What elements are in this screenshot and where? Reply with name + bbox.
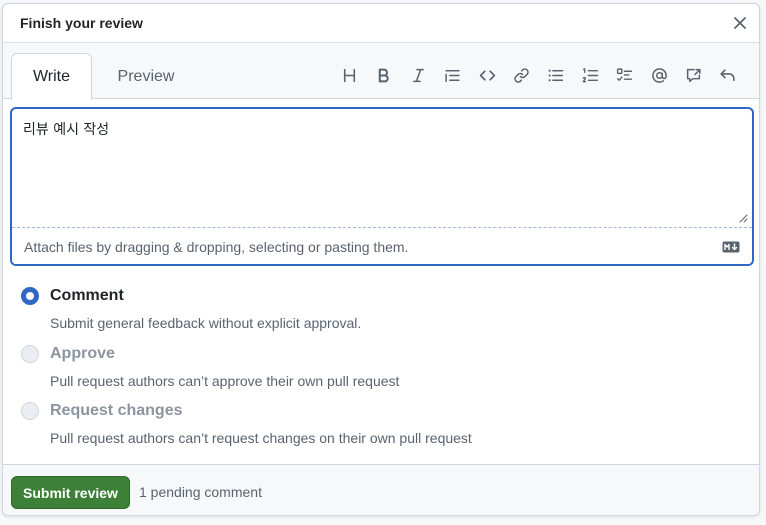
italic-icon	[412, 68, 424, 82]
option-label: Request changes	[50, 402, 183, 419]
dialog-header: Finish your review	[3, 4, 759, 43]
mention-icon	[651, 67, 667, 83]
task-list-button[interactable]	[607, 63, 641, 87]
option-description: Submit general feedback without explicit…	[50, 315, 362, 331]
option-description: Pull request authors can’t approve their…	[50, 373, 400, 389]
finish-review-dialog: Finish your review Write Preview 리뷰 예시 작…	[2, 3, 760, 516]
unordered-list-button[interactable]	[539, 63, 573, 87]
option-label: Comment	[50, 287, 124, 304]
cross-reference-button[interactable]	[676, 63, 710, 87]
link-icon	[514, 67, 529, 83]
dialog-footer: Submit review 1 pending comment	[3, 464, 759, 515]
x-icon	[734, 17, 746, 29]
mention-button[interactable]	[642, 63, 676, 87]
file-attachment-bar[interactable]: Attach files by dragging & dropping, sel…	[12, 227, 752, 264]
heading-button[interactable]	[332, 63, 366, 87]
attach-files-hint[interactable]: Attach files by dragging & dropping, sel…	[24, 239, 408, 255]
code-button[interactable]	[470, 63, 504, 87]
markdown-icon[interactable]	[722, 241, 740, 253]
quote-button[interactable]	[435, 63, 469, 87]
resize-handle-icon[interactable]	[738, 213, 748, 223]
comment-editor: Attach files by dragging & dropping, sel…	[10, 107, 754, 266]
tab-preview[interactable]: Preview	[103, 53, 189, 100]
ordered-list-icon	[582, 67, 598, 82]
editor-tabbar: Write Preview	[3, 43, 759, 100]
link-button[interactable]	[504, 63, 538, 87]
tab-write[interactable]: Write	[11, 53, 92, 100]
option-description: Pull request authors can’t request chang…	[50, 430, 472, 446]
undo-button[interactable]	[711, 63, 745, 87]
italic-button[interactable]	[401, 63, 435, 87]
pending-comment-count: 1 pending comment	[139, 484, 262, 500]
comment-textarea[interactable]	[12, 109, 752, 226]
approve-radio	[21, 345, 39, 363]
markdown-toolbar	[332, 63, 745, 87]
bold-icon	[379, 68, 390, 82]
code-icon	[479, 69, 495, 81]
bold-button[interactable]	[367, 63, 401, 87]
dialog-title: Finish your review	[20, 15, 143, 31]
comment-radio[interactable]	[21, 287, 39, 305]
quote-icon	[445, 69, 460, 82]
submit-review-button[interactable]: Submit review	[11, 476, 130, 509]
request-changes-radio	[21, 402, 39, 420]
ordered-list-button[interactable]	[573, 63, 607, 87]
option-label: Approve	[50, 345, 115, 362]
task-list-icon	[617, 67, 633, 81]
undo-icon	[720, 68, 735, 81]
unordered-list-icon	[548, 69, 564, 81]
heading-icon	[343, 68, 356, 82]
cross-reference-icon	[686, 68, 701, 82]
close-button[interactable]	[729, 12, 751, 34]
